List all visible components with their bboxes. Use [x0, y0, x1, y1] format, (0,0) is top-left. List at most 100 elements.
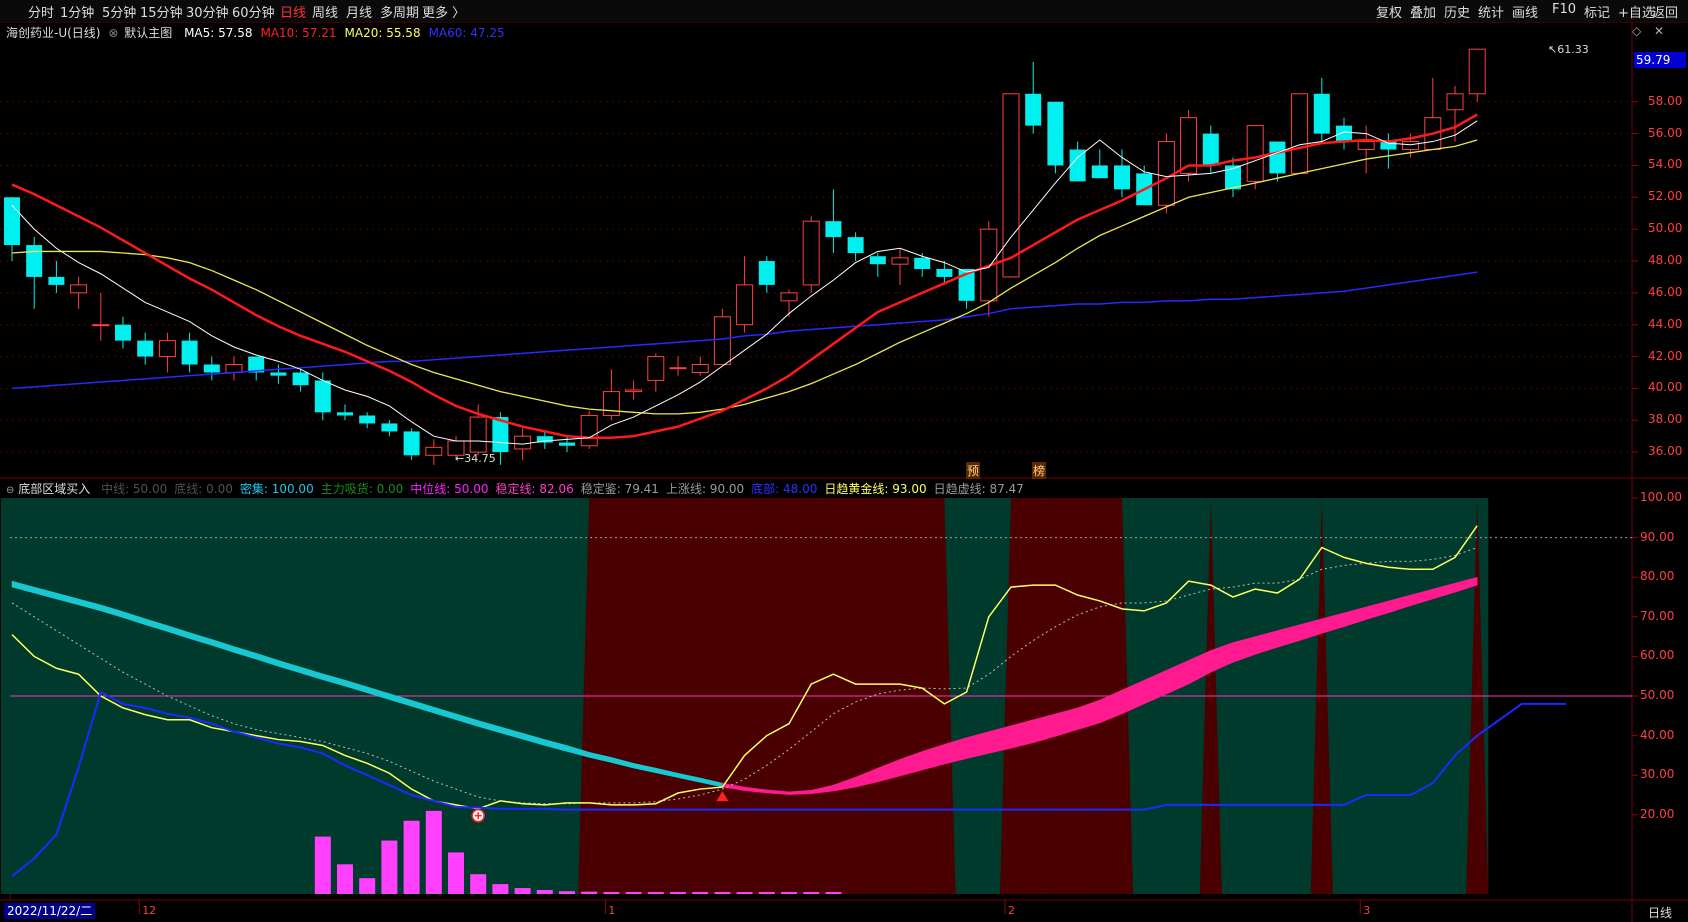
candle-body-down	[1025, 93, 1042, 126]
stable-band	[677, 772, 701, 783]
tab-10[interactable]: 更多 〉	[422, 2, 465, 21]
candle-body-down	[1136, 173, 1153, 206]
stable-band	[944, 737, 967, 765]
candle-body-up	[92, 324, 110, 327]
candle-body-down	[359, 415, 376, 424]
stable-band	[1166, 659, 1189, 695]
tag-bang[interactable]: 榜	[1032, 462, 1047, 479]
volume-bar	[714, 892, 731, 894]
tool-7[interactable]: +自选	[1618, 2, 1655, 21]
volume-bar	[647, 892, 664, 894]
candle-body-down	[26, 245, 43, 277]
candle-body-up	[514, 435, 532, 450]
tab-0[interactable]: 分时	[28, 2, 54, 21]
candle-body-down	[847, 237, 864, 254]
tool-4[interactable]: 画线	[1512, 2, 1538, 21]
tool-6[interactable]: 标记	[1584, 2, 1610, 21]
candle-body-down	[559, 442, 575, 446]
tab-3[interactable]: 15分钟	[140, 2, 183, 21]
candle-body-down	[1380, 141, 1397, 150]
tab-7[interactable]: 周线	[312, 2, 338, 21]
stable-band	[1188, 650, 1212, 685]
red-zone	[822, 498, 845, 894]
indicator-tick-label: 40.00	[1640, 727, 1675, 742]
candle-body-up	[691, 364, 709, 373]
stable-band	[500, 726, 523, 740]
indicator-name[interactable]: 底部区域买入	[18, 482, 90, 496]
indicator-tick-label: 100.00	[1640, 490, 1682, 504]
price-tick-label: 46.00	[1648, 284, 1683, 299]
candle-body-up	[891, 257, 909, 265]
tool-8[interactable]: 返回	[1652, 2, 1678, 21]
stable-band	[699, 777, 723, 788]
tag-yu[interactable]: 预	[966, 462, 981, 479]
candle-body-down	[4, 197, 20, 246]
tool-5[interactable]: F10	[1552, 2, 1576, 17]
candle-body-down	[292, 372, 309, 386]
stable-band	[1210, 642, 1234, 673]
stable-band	[655, 767, 679, 778]
candle-body-down	[758, 261, 775, 285]
volume-bar	[359, 878, 376, 894]
stable-band	[544, 739, 568, 752]
candle-body-up	[1468, 48, 1486, 95]
volume-bar	[603, 892, 620, 894]
candle-body-up	[736, 284, 754, 326]
candle-body-down	[1313, 93, 1330, 134]
indicator-tick-label: 90.00	[1640, 529, 1675, 544]
indicator-value-7: 上涨线: 90.00	[665, 482, 745, 496]
indicator-value-4: 中位线: 50.00	[410, 482, 489, 496]
stable-band	[1099, 689, 1123, 724]
tab-9[interactable]: 多周期	[380, 2, 419, 21]
collapse-icon[interactable]: ⊖	[6, 485, 14, 496]
candle-body-down	[1069, 149, 1086, 182]
stable-band	[211, 639, 235, 653]
candle-body-up	[669, 367, 687, 370]
price-tick-label: 44.00	[1648, 316, 1683, 331]
price-tick-label: 52.00	[1648, 189, 1683, 204]
candle-body-down	[936, 268, 953, 277]
candle-body-down	[958, 268, 975, 301]
diamond-icon[interactable]: ◇	[1632, 24, 1641, 38]
stable-band	[300, 666, 324, 681]
candle-body-down	[1202, 133, 1219, 166]
buy-signal-arrow	[716, 791, 729, 802]
candle-body-down	[914, 257, 931, 269]
candle-body-down	[314, 380, 331, 413]
candlesticks	[4, 48, 1486, 465]
candle-body-up	[1291, 93, 1309, 174]
stable-band	[233, 646, 257, 660]
period-label[interactable]: 日线	[1648, 904, 1672, 921]
tool-0[interactable]: 复权	[1376, 2, 1402, 21]
template-name[interactable]: 默认主图	[124, 26, 172, 40]
tab-5[interactable]: 60分钟	[232, 2, 275, 21]
stable-band	[1299, 618, 1323, 641]
candle-body-up	[580, 414, 598, 447]
volume-bar	[803, 892, 820, 894]
tab-1[interactable]: 1分钟	[60, 2, 94, 21]
tool-2[interactable]: 历史	[1444, 2, 1470, 21]
stable-band	[744, 786, 768, 794]
tool-1[interactable]: 叠加	[1410, 2, 1436, 21]
stable-band	[966, 731, 990, 759]
stable-band	[855, 767, 879, 788]
template-icon[interactable]: ⊗	[108, 26, 118, 40]
candle-body-up	[1424, 117, 1442, 151]
stable-band	[278, 660, 301, 674]
tab-2[interactable]: 5分钟	[102, 2, 136, 21]
candle-body-down	[536, 436, 553, 443]
candle-body-up	[1402, 141, 1420, 151]
red-zone	[1310, 498, 1333, 894]
volume-bar	[337, 864, 353, 894]
chart-canvas[interactable]	[0, 0, 1688, 922]
tab-6[interactable]: 日线	[280, 2, 306, 21]
ma-label-0: MA5: 57.58	[184, 26, 253, 40]
close-icon[interactable]: ✕	[1654, 24, 1664, 38]
tab-4[interactable]: 30分钟	[186, 2, 229, 21]
tool-3[interactable]: 统计	[1478, 2, 1504, 21]
candle-body-down	[1336, 125, 1352, 142]
tab-8[interactable]: 月线	[346, 2, 372, 21]
indicator-value-0: 中线: 50.00	[101, 482, 168, 496]
price-tick-label: 58.00	[1648, 93, 1683, 108]
candle-body-down	[381, 423, 398, 432]
